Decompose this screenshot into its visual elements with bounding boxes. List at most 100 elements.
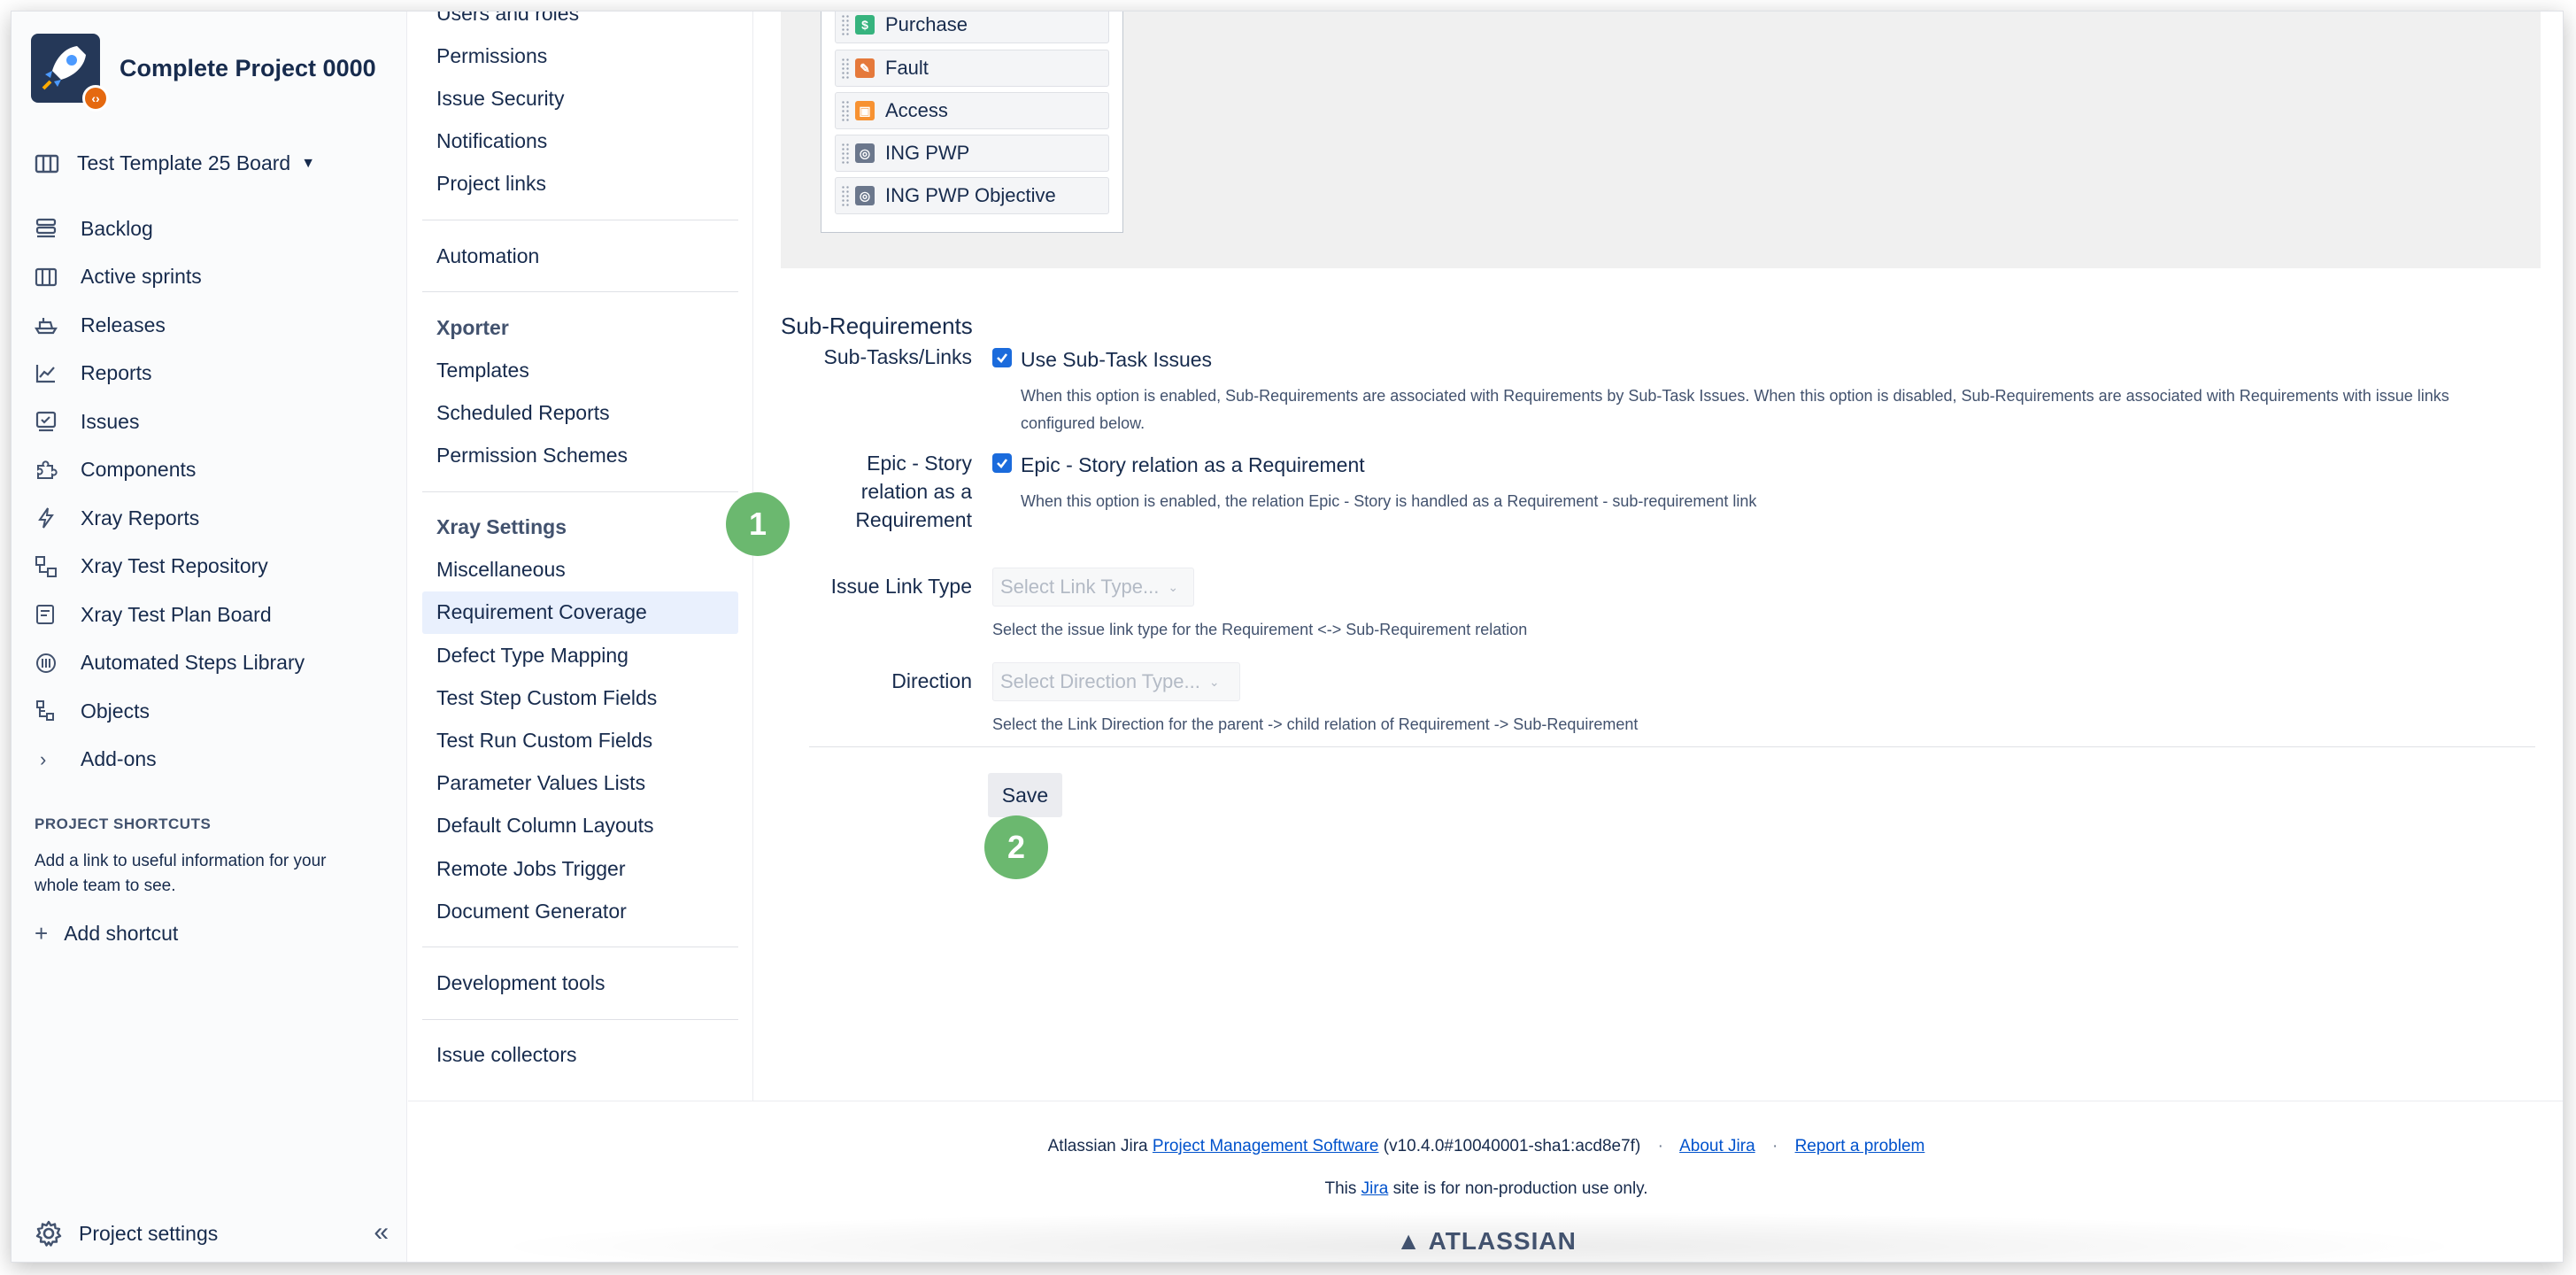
issue-type-row[interactable]: ◎ ING PWP Objective [835,177,1109,214]
drag-handle-icon[interactable] [841,143,850,164]
chevron-right-icon: › [40,747,47,770]
subnav-item-issue-security[interactable]: Issue Security [422,77,738,120]
step-marker-1: 1 [726,492,790,556]
collapse-sidebar-icon[interactable]: « [374,1217,389,1248]
issue-types-list: $ Purchase ✎ Fault ▣ Access ◎ ING PWP ◎ … [821,12,1123,233]
save-button[interactable]: Save [988,773,1062,817]
nav-item-xray-reports[interactable]: Xray Reports [35,494,305,543]
subnav-item-permissions[interactable]: Permissions [422,35,738,77]
drag-handle-icon[interactable] [841,100,850,121]
target-icon: ◎ [855,143,875,163]
form-divider [809,746,2535,747]
subnav-item-project-links[interactable]: Project links [422,163,738,205]
nav-item-objects[interactable]: Objects [35,687,305,736]
app-window: ‹› Complete Project 0000 Test Template 2… [11,11,2564,1263]
issue-type-label: Fault [885,57,929,79]
subnav-item-default-column-layouts[interactable]: Default Column Layouts [422,805,738,847]
footer-separator: · [1771,1137,1778,1155]
nav-item-label: Xray Test Plan Board [81,602,272,626]
nav-item-xray-test-plan-board[interactable]: Xray Test Plan Board [35,591,305,639]
nav-item-reports[interactable]: Reports [35,350,305,398]
atlassian-logo: ▲ ATLASSIAN [408,1227,2563,1256]
nav-item-add-ons[interactable]: › Add-ons [35,736,305,784]
subnav-item-permission-schemes[interactable]: Permission Schemes [422,435,738,477]
project-header[interactable]: ‹› Complete Project 0000 [31,34,376,112]
subnav-item-miscellaneous[interactable]: Miscellaneous [422,549,738,591]
drag-handle-icon[interactable] [841,185,850,206]
footer-pms-link[interactable]: Project Management Software [1153,1137,1379,1155]
nav-item-label: Issues [81,409,140,433]
subnav-item-templates[interactable]: Templates [422,349,738,391]
add-shortcut-label: Add shortcut [64,922,179,945]
gear-icon [35,1220,62,1247]
nav-item-issues[interactable]: Issues [35,398,305,446]
nav-item-xray-test-repository[interactable]: Xray Test Repository [35,543,305,591]
nav-item-label: Automated Steps Library [81,651,305,675]
subtasks-description-line1: When this option is enabled, Sub-Require… [1021,387,2449,405]
direction-select[interactable]: Select Direction Type... ⌄ [992,662,1240,701]
issue-type-row[interactable]: ◎ ING PWP [835,135,1109,172]
board-selector[interactable]: Test Template 25 Board ▼ [35,151,315,175]
subnav-item-scheduled-reports[interactable]: Scheduled Reports [422,391,738,434]
subnav-item-parameter-values-lists[interactable]: Parameter Values Lists [422,762,738,805]
project-nav: Backlog Active sprints Releases Reports … [35,205,305,784]
shortcuts-heading: PROJECT SHORTCUTS [35,815,212,832]
subnav-divider [422,1018,738,1020]
nav-item-automated-steps-library[interactable]: Automated Steps Library [35,639,305,688]
nav-item-label: Active sprints [81,265,202,289]
footer-separator: · [1657,1137,1663,1155]
nav-item-active-sprints[interactable]: Active sprints [35,253,305,302]
report-problem-link[interactable]: Report a problem [1795,1137,1925,1155]
issue-link-type-description: Select the issue link type for the Requi… [992,621,1528,638]
nav-item-label: Add-ons [81,747,157,771]
chevron-down-icon: ⌄ [1168,579,1179,594]
add-shortcut-button[interactable]: + Add shortcut [35,920,178,947]
subnav-item-notifications[interactable]: Notifications [422,120,738,163]
subnav-item-users-and-roles[interactable]: Users and roles [422,12,738,35]
jira-link[interactable]: Jira [1361,1179,1389,1198]
nav-item-components[interactable]: Components [35,446,305,495]
use-subtask-issues-checkbox[interactable] [992,348,1012,367]
nav-item-backlog[interactable]: Backlog [35,205,305,253]
subnav-item-document-generator[interactable]: Document Generator [422,890,738,932]
board-selector-label: Test Template 25 Board [77,151,291,174]
checkmark-icon [997,353,1008,363]
checkmark-icon [997,459,1008,468]
project-settings-link[interactable]: Project settings « [35,1217,389,1248]
project-name: Complete Project 0000 [120,54,376,81]
subnav-divider [422,491,738,492]
about-jira-link[interactable]: About Jira [1679,1137,1755,1155]
dollar-icon: $ [855,15,875,35]
drag-handle-icon[interactable] [841,58,850,79]
subnav-item-development-tools[interactable]: Development tools [422,962,738,1004]
issue-type-row[interactable]: ✎ Fault [835,50,1109,87]
subnav-item-automation[interactable]: Automation [422,235,738,277]
subnav-item-test-step-custom-fields[interactable]: Test Step Custom Fields [422,676,738,719]
library-icon [36,653,56,673]
footer-line-2: This Jira site is for non-production use… [408,1179,2563,1199]
puzzle-icon [37,460,58,479]
ship-icon [35,318,58,335]
nav-item-label: Components [81,458,197,482]
subnav-item-requirement-coverage[interactable]: Requirement Coverage [422,591,738,635]
footer-version: (v10.4.0#10040001-sha1:acd8e7f) [1383,1137,1641,1155]
page-footer: Atlassian Jira Project Management Softwa… [408,1101,2563,1262]
subnav-item-test-run-custom-fields[interactable]: Test Run Custom Fields [422,719,738,761]
epic-description: When this option is enabled, the relatio… [1021,492,1757,510]
subnav-item-defect-type-mapping[interactable]: Defect Type Mapping [422,634,738,676]
epic-story-relation-checkbox[interactable] [992,453,1012,473]
epic-story-relation-label: Epic - Story relation as a Requirement [1021,453,1365,476]
nav-item-releases[interactable]: Releases [35,301,305,350]
target-icon: ◎ [855,186,875,205]
issue-type-label: ING PWP [885,142,970,164]
issue-type-row[interactable]: $ Purchase [835,12,1109,43]
subnav-item-remote-jobs-trigger[interactable]: Remote Jobs Trigger [422,847,738,890]
project-avatar: ‹› [31,34,109,112]
issue-type-row[interactable]: ▣ Access [835,92,1109,129]
subtasks-description-line2: configured below. [1021,414,1145,432]
nav-item-label: Backlog [81,216,153,240]
drag-handle-icon[interactable] [841,14,850,35]
footer-line2-suffix: site is for non-production use only. [1392,1179,1648,1198]
issue-link-type-select[interactable]: Select Link Type... ⌄ [992,568,1194,607]
subnav-item-issue-collectors[interactable]: Issue collectors [422,1034,738,1077]
